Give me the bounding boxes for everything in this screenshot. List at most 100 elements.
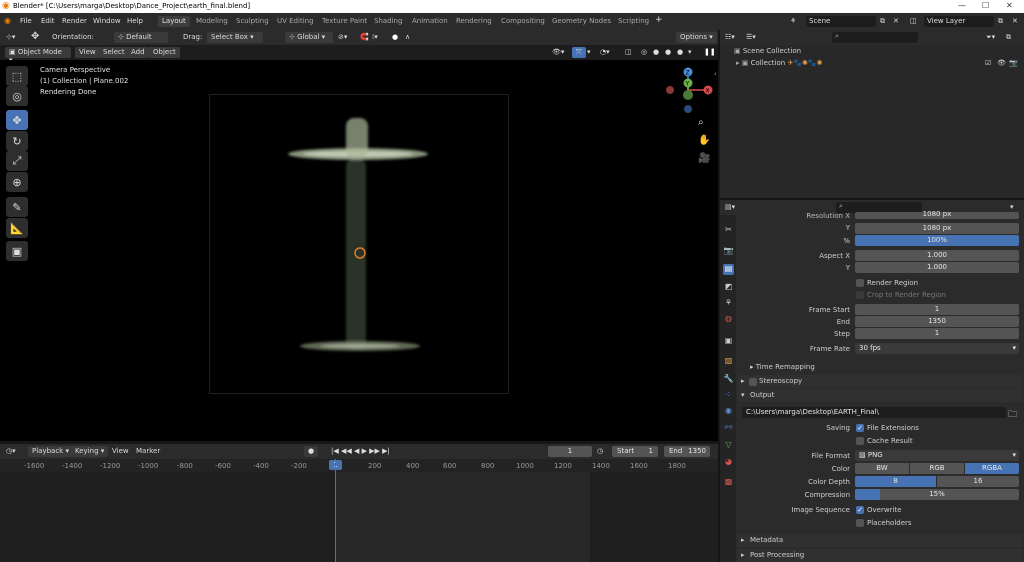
tool-tab-icon[interactable]: ✂ <box>723 225 734 236</box>
tab-modeling[interactable]: Modeling <box>192 16 232 27</box>
tab-uv-editing[interactable]: UV Editing <box>273 16 318 27</box>
keying-dropdown[interactable]: Keying ▾ <box>71 446 109 457</box>
mode-dropdown[interactable]: ▣ Object Mode ▾ <box>5 47 71 64</box>
scene-collection-row[interactable]: ▣ Scene Collection <box>734 47 801 55</box>
color-depth-8-button[interactable]: 8 <box>855 476 936 487</box>
render-tab-icon[interactable]: 📷 <box>723 246 734 257</box>
new-scene-icon[interactable]: ⧉ <box>880 17 885 26</box>
gizmo-toggle-icon[interactable]: ⤧ <box>572 47 586 58</box>
output-section[interactable]: ▾ Output <box>737 389 1023 402</box>
gizmo-dropdown-icon[interactable]: ▾ <box>587 48 591 56</box>
cache-result-checkbox[interactable] <box>856 437 864 445</box>
close-icon[interactable]: ✕ <box>1006 1 1013 10</box>
render-camera-icon[interactable]: 📷 <box>1009 59 1018 67</box>
output-path-field[interactable]: C:\Users\marga\Desktop\EARTH_Final\ <box>742 407 1006 418</box>
vertical-area-divider[interactable] <box>718 30 720 562</box>
record-icon[interactable]: ● <box>304 446 319 457</box>
shading-rendered-icon[interactable]: ● <box>677 48 683 56</box>
visibility-icon[interactable]: 👁▾ <box>552 48 564 56</box>
folder-icon[interactable]: 🗀 <box>1008 407 1017 423</box>
collection-row[interactable]: ▸ ▣ Collection ✈🐾✺🐾✺ <box>736 59 822 67</box>
new-view-layer-icon[interactable]: ⧉ <box>998 17 1003 26</box>
rotate-tool-icon[interactable]: ↻ <box>6 131 28 151</box>
horizontal-area-divider[interactable] <box>0 441 718 444</box>
scale-tool-icon[interactable]: ⤢ <box>6 151 28 171</box>
start-frame-field[interactable]: Start 1 <box>612 446 658 457</box>
menu-file[interactable]: File <box>20 17 32 25</box>
measure-tool-icon[interactable]: 📐 <box>6 218 28 238</box>
properties-editor-icon[interactable]: ▤▾ <box>725 203 735 211</box>
metadata-section[interactable]: ▸ Metadata <box>737 534 1023 547</box>
placeholders-checkbox[interactable] <box>856 519 864 527</box>
transform-tool-icon[interactable]: ⊕ <box>6 172 28 192</box>
add-workspace-icon[interactable]: + <box>655 15 663 25</box>
resolution-x-field[interactable]: 1080 px <box>855 211 1019 219</box>
camera-view-icon[interactable]: 🎥 <box>698 153 710 164</box>
tab-rendering[interactable]: Rendering <box>452 16 496 27</box>
editor-type-icon[interactable]: ⊹▾ <box>6 33 15 41</box>
crop-region-checkbox[interactable] <box>856 291 864 299</box>
frame-start-field[interactable]: 1 <box>855 304 1019 315</box>
zoom-icon[interactable]: ⌕ <box>698 117 704 128</box>
timeline-editor-icon[interactable]: ◷▾ <box>6 447 16 455</box>
view-layer-icon[interactable]: ◫ <box>910 17 917 25</box>
frame-rate-dropdown[interactable]: 30 fps ▾ <box>855 343 1019 354</box>
outliner-search-field[interactable]: ⌕ <box>832 32 918 43</box>
stereoscopy-section[interactable]: ▸ Stereoscopy <box>737 375 1023 388</box>
sidebar-toggle-icon[interactable]: ‹ <box>714 70 717 78</box>
pan-hand-icon[interactable]: ✋ <box>698 135 710 146</box>
tab-scripting[interactable]: Scripting <box>614 16 653 27</box>
snap-icon[interactable]: 🧲 <box>360 33 369 41</box>
add-cube-tool-icon[interactable]: ▣ <box>6 241 28 261</box>
select-tool-icon[interactable]: ⬚ <box>6 66 28 86</box>
color-rgb-button[interactable]: RGB <box>910 463 964 474</box>
playback-dropdown[interactable]: Playback ▾ <box>28 446 73 457</box>
menu-window[interactable]: Window <box>93 17 121 25</box>
view-layer-tab-icon[interactable]: ◩ <box>723 282 734 293</box>
file-format-dropdown[interactable]: ▨ PNG ▾ <box>855 450 1019 461</box>
tab-compositing[interactable]: Compositing <box>497 16 549 27</box>
cursor-tool-icon[interactable]: ◎ <box>6 86 28 106</box>
shading-solid-icon[interactable]: ● <box>653 48 659 56</box>
scene-icon[interactable]: ⚘ <box>790 17 796 25</box>
move-tool-button[interactable]: ✥ <box>6 110 28 130</box>
outliner-editor-icon[interactable]: ☷▾ <box>725 33 735 41</box>
options-dropdown[interactable]: Options ▾ <box>676 32 717 43</box>
compression-slider[interactable]: 15% <box>855 489 1019 500</box>
properties-options-icon[interactable]: ▾ <box>1010 203 1014 211</box>
timeline-menu-marker[interactable]: Marker <box>136 447 160 455</box>
menu-render[interactable]: Render <box>62 17 87 25</box>
navigation-gizmo[interactable]: Z Y X <box>660 64 720 124</box>
minimize-icon[interactable]: — <box>958 1 966 10</box>
material-tab-icon[interactable]: ◕ <box>723 457 734 468</box>
pause-render-icon[interactable]: ❚❚ <box>704 48 716 56</box>
color-depth-16-button[interactable]: 16 <box>937 476 1019 487</box>
texture-tab-icon[interactable]: ▩ <box>723 477 734 488</box>
scene-tab-icon[interactable]: ⚘ <box>723 298 734 309</box>
collection-tab-icon[interactable]: ▣ <box>723 336 734 347</box>
maximize-icon[interactable]: ☐ <box>982 1 989 10</box>
resolution-y-field[interactable]: 1080 px <box>855 223 1019 234</box>
transform-orientation-dropdown[interactable]: ⊹ Global ▾ <box>285 32 333 43</box>
exclude-checkbox-icon[interactable]: ☑ <box>985 59 991 67</box>
snap-target-icon[interactable]: ⁞▾ <box>372 33 378 41</box>
tab-texture-paint[interactable]: Texture Paint <box>318 16 371 27</box>
menu-help[interactable]: Help <box>127 17 143 25</box>
view-layer-selector[interactable]: View Layer <box>924 16 994 27</box>
remove-view-layer-icon[interactable]: ✕ <box>1012 17 1018 25</box>
render-region-checkbox[interactable] <box>856 279 864 287</box>
menu-edit[interactable]: Edit <box>41 17 55 25</box>
frame-step-field[interactable]: 1 <box>855 328 1019 339</box>
shading-dropdown-icon[interactable]: ▾ <box>688 48 692 56</box>
tab-geometry-nodes[interactable]: Geometry Nodes <box>548 16 615 27</box>
outliner-properties-divider[interactable] <box>720 198 1024 200</box>
timeline-menu-view[interactable]: View <box>112 447 129 455</box>
tab-layout[interactable]: Layout <box>158 16 190 27</box>
color-rgba-button[interactable]: RGBA <box>965 463 1019 474</box>
overlay-toggle-icon[interactable]: ◔▾ <box>600 48 610 56</box>
falloff-icon[interactable]: ∧ <box>405 33 410 41</box>
aspect-y-field[interactable]: 1.000 <box>855 262 1019 273</box>
display-mode-icon[interactable]: ☰▾ <box>746 33 756 41</box>
time-remapping-section[interactable]: ▸ Time Remapping <box>750 363 815 371</box>
file-extensions-checkbox[interactable]: ✓ <box>856 424 864 432</box>
